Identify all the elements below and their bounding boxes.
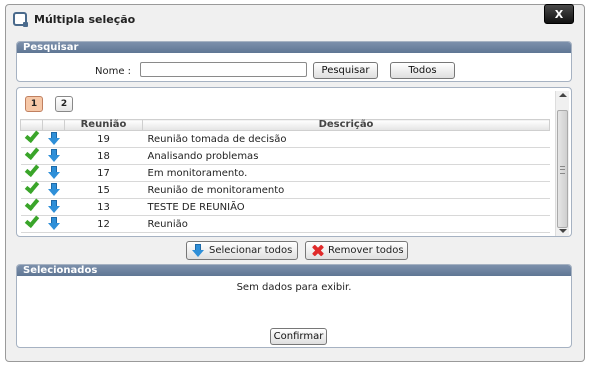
check-icon[interactable] [24, 178, 39, 194]
table-row[interactable]: 19 Reunião tomada de decisão [20, 127, 550, 148]
down-arrow-icon[interactable] [47, 166, 60, 180]
page-button-1[interactable]: 1 [25, 96, 43, 112]
empty-message: Sem dados para exibir. [236, 282, 352, 293]
check-icon[interactable] [24, 161, 39, 177]
check-icon[interactable] [24, 144, 39, 160]
title-bar: Múltipla seleção X [6, 4, 584, 35]
reuniao-cell: 18 [64, 147, 143, 165]
name-label: Nome : [95, 66, 132, 77]
down-arrow-icon[interactable] [47, 183, 60, 197]
move-down-cell[interactable] [42, 147, 65, 165]
scroll-down-icon[interactable] [559, 229, 567, 233]
table-row[interactable]: 18 Analisando problemas [20, 144, 550, 165]
descricao-cell: Reunião tomada de decisão [142, 130, 550, 148]
grip-icon [560, 166, 565, 174]
remove-x-icon [311, 244, 324, 257]
remove-all-label: Remover todos [328, 245, 404, 256]
search-button[interactable]: Pesquisar [313, 62, 378, 79]
reuniao-cell: 15 [64, 181, 143, 199]
reuniao-cell: 17 [64, 164, 143, 182]
down-arrow-icon[interactable] [47, 149, 60, 163]
search-panel: Pesquisar Nome : Pesquisar Todos [16, 41, 572, 82]
scroll-up-icon[interactable] [559, 93, 567, 97]
descricao-cell: TESTE DE REUNIÃO [142, 198, 550, 216]
app-logo-icon [13, 12, 28, 27]
name-input[interactable] [140, 62, 307, 77]
down-arrow-icon[interactable] [47, 132, 60, 146]
reuniao-cell: 12 [64, 215, 143, 233]
move-down-cell[interactable] [42, 198, 65, 216]
table-row[interactable]: 17 Em monitoramento. [20, 161, 550, 182]
check-icon[interactable] [24, 212, 39, 228]
confirm-button[interactable]: Confirmar [270, 328, 327, 345]
table-row[interactable]: 15 Reunião de monitoramento [20, 178, 550, 199]
move-down-cell[interactable] [42, 181, 65, 199]
dialog-title: Múltipla seleção [34, 13, 136, 26]
down-arrow-icon[interactable] [47, 200, 60, 214]
col-descricao-header[interactable]: Descrição [142, 119, 550, 131]
results-panel: 1 2 Reunião Descrição 19 Reunião tomada … [16, 87, 572, 237]
move-down-cell[interactable] [42, 215, 65, 233]
check-icon[interactable] [24, 127, 39, 143]
move-down-cell[interactable] [42, 130, 65, 148]
scrollbar-thumb[interactable] [557, 110, 568, 228]
multiple-selection-dialog: Múltipla seleção X Pesquisar Nome : Pesq… [5, 4, 585, 362]
results-table: Reunião Descrição 19 Reunião tomada de d… [20, 119, 550, 233]
table-row[interactable]: 13 TESTE DE REUNIÃO [20, 195, 550, 216]
descricao-cell: Analisando problemas [142, 147, 550, 165]
table-row[interactable]: 12 Reunião [20, 212, 550, 233]
descricao-cell: Reunião [142, 215, 550, 233]
col-arrow-header [42, 119, 65, 131]
close-button[interactable]: X [544, 4, 574, 24]
search-panel-header: Pesquisar [17, 42, 571, 53]
col-reuniao-header[interactable]: Reunião [64, 119, 143, 131]
down-arrow-icon[interactable] [47, 217, 60, 231]
down-arrow-icon [192, 244, 204, 258]
reuniao-cell: 19 [64, 130, 143, 148]
all-button[interactable]: Todos [390, 62, 455, 79]
table-header-row: Reunião Descrição [20, 119, 550, 131]
check-icon[interactable] [24, 195, 39, 211]
page-button-2[interactable]: 2 [55, 96, 73, 112]
selected-panel-header: Selecionados [17, 265, 571, 276]
select-cell[interactable] [20, 212, 43, 233]
reuniao-cell: 13 [64, 198, 143, 216]
select-all-button[interactable]: Selecionar todos [186, 241, 298, 260]
descricao-cell: Em monitoramento. [142, 164, 550, 182]
results-scrollbar[interactable] [555, 91, 569, 236]
descricao-cell: Reunião de monitoramento [142, 181, 550, 199]
selected-panel: Selecionados Sem dados para exibir. Conf… [16, 264, 572, 348]
remove-all-button[interactable]: Remover todos [305, 241, 408, 260]
select-all-label: Selecionar todos [209, 245, 293, 256]
move-down-cell[interactable] [42, 164, 65, 182]
